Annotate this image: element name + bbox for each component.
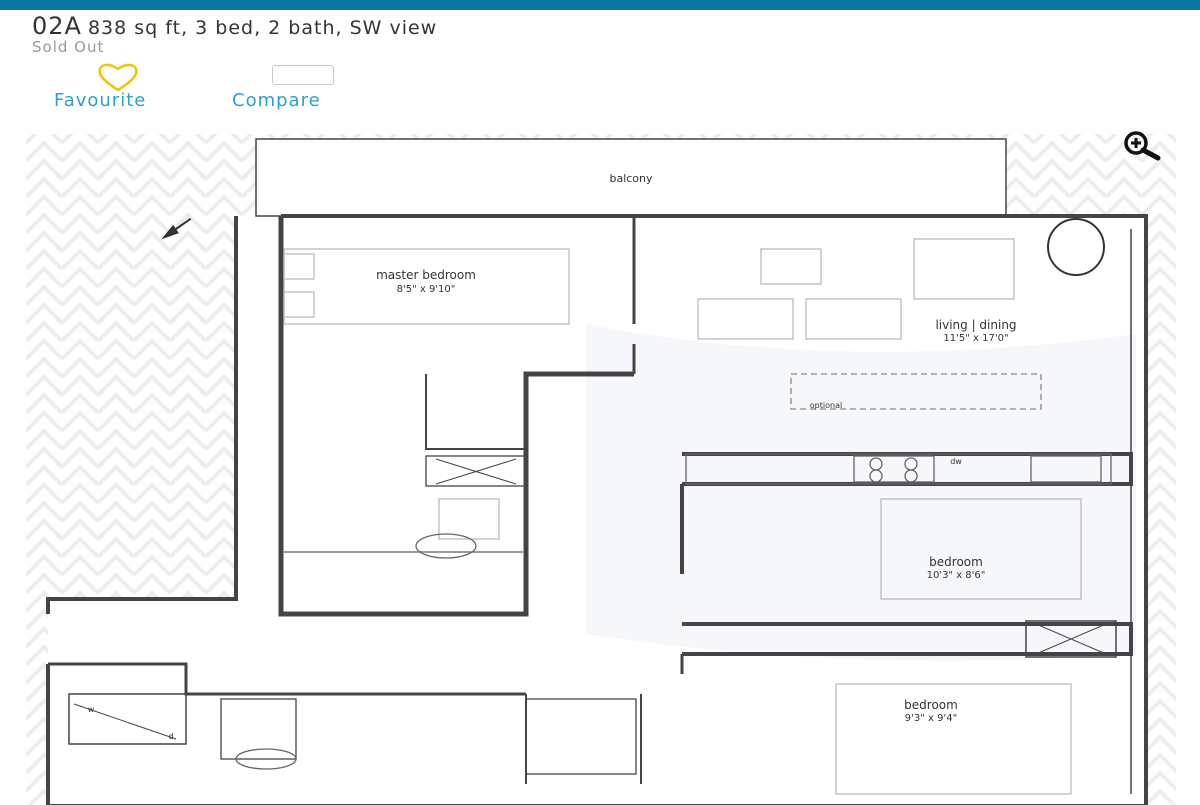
optional-label: optional xyxy=(810,401,842,410)
bedroom-2-name: bedroom xyxy=(929,555,983,569)
bedroom-3-size: 9'3" x 9'4" xyxy=(905,713,957,724)
master-bedroom-size: 8'5" x 9'10" xyxy=(397,284,456,295)
unit-header: 02A 838 sq ft, 3 bed, 2 bath, SW view xyxy=(32,12,437,40)
favourite-link[interactable]: Favourite xyxy=(54,90,146,111)
heart-icon[interactable] xyxy=(96,62,140,92)
compare-checkbox-icon[interactable] xyxy=(272,65,334,85)
unit-description: 838 sq ft, 3 bed, 2 bath, SW view xyxy=(87,17,438,39)
unit-code: 02A xyxy=(32,12,82,40)
bedroom-2-size: 10'3" x 8'6" xyxy=(927,570,986,581)
living-dining-size: 11'5" x 17'0" xyxy=(943,333,1008,344)
balcony-label: balcony xyxy=(609,172,653,185)
top-accent-bar xyxy=(0,0,1200,10)
floor-plan: balcony master bedroom 8'5" x 9'10" livi… xyxy=(26,134,1176,805)
master-bedroom-name: master bedroom xyxy=(376,268,476,282)
zoom-in-icon[interactable] xyxy=(1116,128,1168,162)
dryer-label: d xyxy=(168,732,173,741)
bedroom-3-name: bedroom xyxy=(904,698,958,712)
unit-status: Sold Out xyxy=(32,38,105,56)
dishwasher-label: dw xyxy=(950,457,962,466)
living-dining-name: living | dining xyxy=(935,318,1016,332)
washer-label: w xyxy=(88,705,95,714)
compare-link[interactable]: Compare xyxy=(232,90,321,111)
